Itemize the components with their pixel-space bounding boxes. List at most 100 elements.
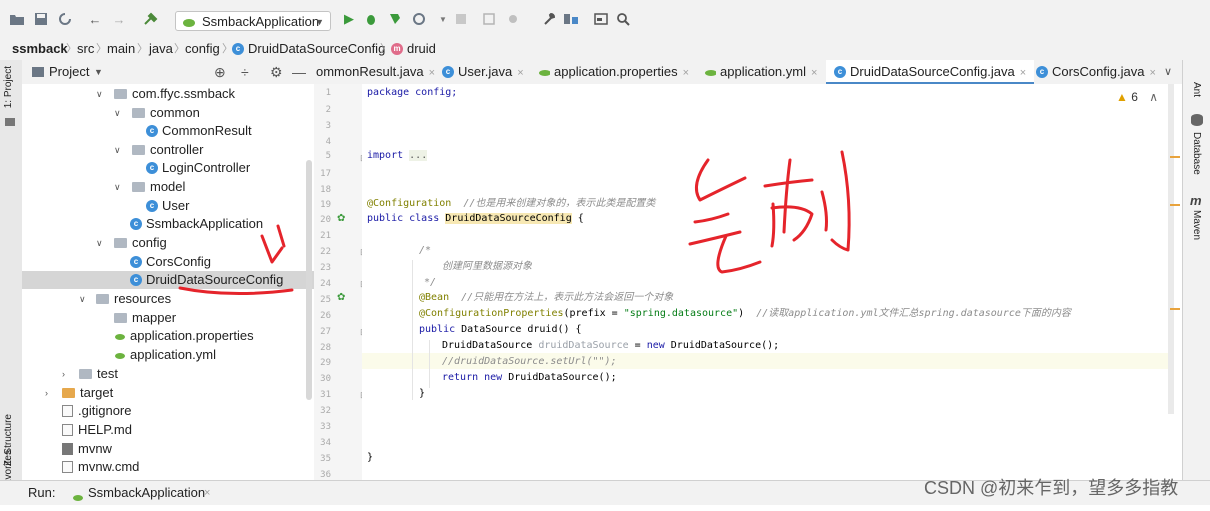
- editor-scrollbar[interactable]: [1168, 84, 1182, 480]
- spring-bean-gutter-icon[interactable]: ✿: [337, 213, 345, 224]
- wrench-icon[interactable]: [540, 10, 558, 28]
- debug-icon[interactable]: [362, 10, 380, 28]
- run-configuration-select[interactable]: SsmbackApplication ▼: [175, 11, 331, 31]
- class-icon: c: [834, 65, 846, 78]
- tree-node-class[interactable]: c User: [22, 197, 314, 215]
- chevron-down-icon[interactable]: ∨: [114, 178, 121, 196]
- breadcrumb-src[interactable]: src: [77, 38, 94, 60]
- run-icon[interactable]: ▶: [340, 10, 358, 28]
- tree-node-file[interactable]: mvnw: [22, 440, 314, 458]
- tab-druiddatasourceconfig[interactable]: c DruidDataSourceConfig.java ×: [826, 60, 1035, 84]
- code-editor[interactable]: package config; import ... @Configuratio…: [362, 84, 1168, 480]
- stop-icon[interactable]: [452, 10, 470, 28]
- tree-node-folder[interactable]: › test: [22, 365, 314, 383]
- chevron-right-icon[interactable]: ›: [62, 365, 65, 383]
- tool-tab-database[interactable]: Database: [1191, 132, 1202, 175]
- forward-icon[interactable]: →: [110, 10, 128, 28]
- attach-icon[interactable]: [504, 10, 522, 28]
- tree-node-folder[interactable]: ∨ common: [22, 104, 314, 122]
- tab-corsconfig[interactable]: c CorsConfig.java ×: [1036, 60, 1156, 84]
- locate-target-icon[interactable]: ⊕: [214, 60, 226, 84]
- close-icon[interactable]: ×: [811, 67, 817, 79]
- tab-application-properties[interactable]: application.properties ×: [538, 60, 689, 84]
- chevron-down-icon[interactable]: ∨: [1164, 60, 1172, 84]
- frame-icon[interactable]: [480, 10, 498, 28]
- editor-gutter: 1 2 3 4 5 17 18 19 20 21 22 23 24 25 26 …: [314, 84, 385, 480]
- collapse-all-icon[interactable]: ÷: [241, 60, 249, 84]
- window-icon[interactable]: [592, 10, 610, 28]
- code-text: DruidDataSource();: [502, 372, 617, 383]
- tree-node-folder[interactable]: mapper: [22, 309, 314, 327]
- close-icon[interactable]: ×: [204, 481, 210, 505]
- tree-node-file[interactable]: mvnw.cmd: [22, 458, 314, 476]
- tree-node-file[interactable]: .gitignore: [22, 402, 314, 420]
- tree-node-class-selected[interactable]: c DruidDataSourceConfig: [22, 271, 314, 289]
- package-icon: [132, 182, 145, 192]
- close-icon[interactable]: ×: [429, 67, 435, 79]
- close-icon[interactable]: ×: [1150, 67, 1156, 79]
- folded-imports[interactable]: ...: [409, 150, 428, 161]
- sync-icon[interactable]: [56, 10, 74, 28]
- build-hammer-icon[interactable]: [142, 10, 160, 28]
- warning-marker[interactable]: [1170, 204, 1180, 206]
- project-structure-icon[interactable]: [562, 10, 580, 28]
- profile-icon[interactable]: [410, 10, 428, 28]
- code-annotation: @Bean: [419, 292, 450, 303]
- tree-node-file[interactable]: application.yml: [22, 346, 314, 364]
- tool-tab-maven[interactable]: Maven: [1191, 210, 1202, 240]
- tool-tab-project[interactable]: 1: Project: [3, 66, 14, 108]
- tree-scrollbar[interactable]: [306, 160, 312, 400]
- tree-node-package[interactable]: ∨ com.ffyc.ssmback: [22, 85, 314, 103]
- tree-node-folder[interactable]: › target: [22, 384, 314, 402]
- breadcrumb-main[interactable]: main: [107, 38, 135, 60]
- close-icon[interactable]: ×: [517, 67, 523, 79]
- tab-user[interactable]: c User.java ×: [442, 60, 524, 84]
- open-folder-icon[interactable]: [8, 10, 26, 28]
- package-icon: [132, 145, 145, 155]
- chevron-down-icon[interactable]: ∨: [96, 234, 103, 252]
- scroll-thumb[interactable]: [1168, 84, 1174, 414]
- hide-panel-icon[interactable]: —: [292, 60, 306, 84]
- project-view-selector[interactable]: Project: [49, 60, 89, 84]
- tab-commonresult[interactable]: ommonResult.java ×: [316, 60, 435, 84]
- back-icon[interactable]: ←: [86, 10, 104, 28]
- tree-node-file[interactable]: HELP.md: [22, 421, 314, 439]
- chevron-down-icon[interactable]: ∨: [114, 141, 121, 159]
- breadcrumb-java[interactable]: java: [149, 38, 173, 60]
- tool-tab-ant[interactable]: Ant: [1191, 82, 1202, 97]
- tab-application-yml[interactable]: application.yml ×: [704, 60, 817, 84]
- tree-node-class[interactable]: c CorsConfig: [22, 253, 314, 271]
- maven-icon: m: [1190, 193, 1202, 208]
- tree-node-folder[interactable]: ∨ controller: [22, 141, 314, 159]
- tree-node-class[interactable]: c LoginController: [22, 159, 314, 177]
- tree-node-class[interactable]: c SsmbackApplication: [22, 215, 314, 233]
- breadcrumb-class[interactable]: c DruidDataSourceConfig: [232, 38, 385, 60]
- breadcrumb-project[interactable]: ssmback: [12, 38, 68, 60]
- tree-node-class[interactable]: c CommonResult: [22, 122, 314, 140]
- previous-highlight-icon[interactable]: ∧: [1149, 90, 1158, 104]
- save-icon[interactable]: [32, 10, 50, 28]
- tree-node-folder[interactable]: ∨ resources: [22, 290, 314, 308]
- breadcrumb-config[interactable]: config: [185, 38, 220, 60]
- chevron-down-icon[interactable]: ∨: [114, 104, 121, 122]
- gear-icon[interactable]: ⚙: [270, 60, 283, 84]
- tree-node-file[interactable]: application.properties: [22, 327, 314, 345]
- tree-node-folder[interactable]: ∨ model: [22, 178, 314, 196]
- chevron-down-icon[interactable]: ∨: [96, 85, 103, 103]
- search-icon[interactable]: [614, 10, 632, 28]
- warning-marker[interactable]: [1170, 156, 1180, 158]
- breadcrumb-method[interactable]: m druid: [391, 38, 436, 60]
- coverage-icon[interactable]: [386, 10, 404, 28]
- tree-node-label: common: [150, 105, 200, 120]
- spring-bean-gutter-icon[interactable]: ✿: [337, 292, 345, 303]
- chevron-down-icon[interactable]: ∨: [79, 290, 86, 308]
- class-icon: c: [146, 199, 158, 212]
- close-icon[interactable]: ×: [1020, 67, 1026, 79]
- run-tab-ssmbackapplication[interactable]: SsmbackApplication: [88, 481, 205, 505]
- chevron-down-icon[interactable]: ▼: [94, 60, 103, 84]
- chevron-right-icon[interactable]: ›: [45, 384, 48, 402]
- tree-node-folder[interactable]: ∨ config: [22, 234, 314, 252]
- chevron-down-icon[interactable]: ▼: [434, 10, 452, 28]
- warning-marker[interactable]: [1170, 308, 1180, 310]
- close-icon[interactable]: ×: [683, 67, 689, 79]
